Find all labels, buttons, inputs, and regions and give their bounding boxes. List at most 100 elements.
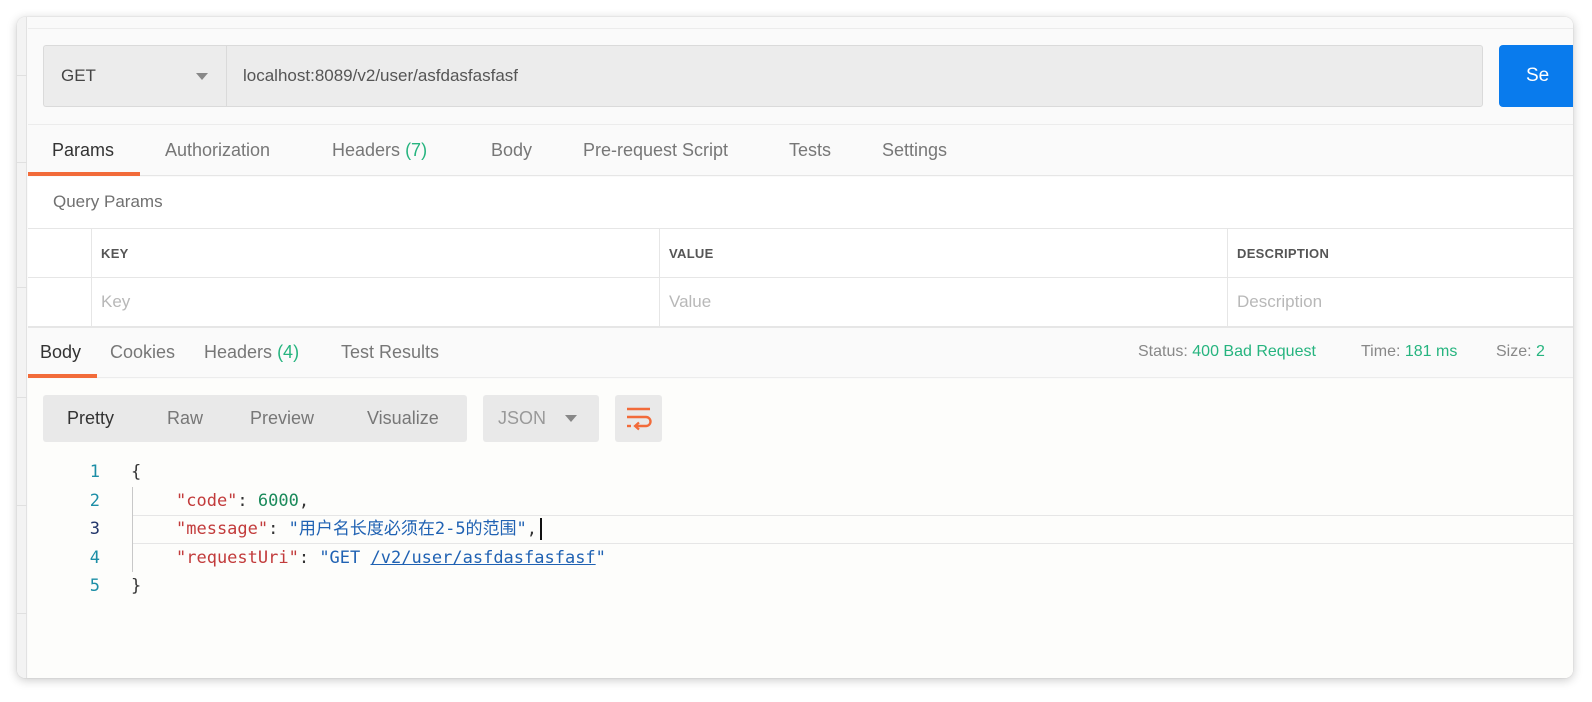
row-checkbox-cell: [28, 278, 91, 326]
response-tab-body[interactable]: Body: [40, 328, 81, 376]
tab-body[interactable]: Body: [491, 125, 532, 177]
response-time: Time: 181 ms: [1361, 328, 1457, 376]
table-row: Key Value Description: [28, 278, 1573, 327]
json-string: "用户名长度必须在2-5的范围": [288, 519, 527, 539]
view-pretty-button[interactable]: Pretty: [67, 395, 114, 442]
code-text: "requestUri": "GET /v2/user/asfdasfasfas…: [176, 547, 606, 568]
tab-label: Settings: [882, 140, 948, 160]
code-line: 5 }: [28, 572, 1573, 601]
chevron-down-icon: [196, 73, 208, 80]
table-header-row: KEY VALUE DESCRIPTION: [28, 229, 1573, 278]
tab-label: Body: [491, 140, 533, 160]
response-tabs: Body Cookies Headers (4) Test Results St…: [28, 327, 1573, 378]
method-select[interactable]: GET: [43, 45, 226, 107]
code-text: {: [131, 458, 141, 487]
response-tab-headers[interactable]: Headers (4): [204, 328, 299, 376]
tab-label: Cookies: [110, 342, 176, 362]
format-select[interactable]: JSON: [483, 395, 599, 442]
sidebar-divider: [17, 162, 27, 163]
row-checkbox-column: [28, 229, 91, 277]
description-input[interactable]: Description: [1227, 278, 1573, 326]
code-line: 1 {: [28, 458, 1573, 487]
tab-label: Tests: [789, 140, 832, 160]
wrap-lines-icon: [627, 407, 652, 431]
request-uri-link[interactable]: /v2/user/asfdasfasfasf: [371, 548, 596, 568]
view-preview-button[interactable]: Preview: [250, 395, 314, 442]
tab-authorization[interactable]: Authorization: [165, 125, 270, 177]
column-header-key: KEY: [91, 229, 659, 277]
status-label: Status:: [1138, 343, 1188, 360]
json-key: "message": [176, 519, 269, 539]
text-cursor: [540, 518, 543, 540]
response-headers-count: (4): [277, 342, 300, 362]
sidebar-divider: [17, 287, 27, 288]
tab-label: Body: [40, 342, 82, 362]
method-label: GET: [61, 66, 96, 85]
sidebar-edge: [17, 17, 27, 678]
send-label: Se: [1526, 65, 1550, 86]
json-key: "requestUri": [176, 547, 299, 568]
url-input[interactable]: localhost:8089/v2/user/asfdasfasfasf: [226, 45, 1483, 107]
request-panel: GET localhost:8089/v2/user/asfdasfasfasf…: [28, 17, 1573, 678]
time-value: 181 ms: [1404, 343, 1458, 360]
wrap-lines-button[interactable]: [615, 395, 662, 442]
chevron-down-icon: [565, 415, 577, 422]
tab-params[interactable]: Params: [52, 125, 114, 177]
view-mode-group: Pretty Raw Preview Visualize: [43, 395, 467, 442]
sidebar-divider: [17, 613, 27, 614]
column-header-description: DESCRIPTION: [1227, 229, 1573, 277]
json-string-prefix: "GET: [319, 547, 371, 568]
query-params-title: Query Params: [53, 192, 163, 211]
json-code-view[interactable]: 1 { 2 "code": 6000, 3 "message": "用户名长度必…: [28, 458, 1573, 601]
sidebar-divider: [17, 505, 27, 506]
time-label: Time:: [1361, 343, 1401, 360]
send-button[interactable]: Se: [1499, 45, 1573, 107]
tab-label: Test Results: [341, 342, 440, 362]
tab-headers[interactable]: Headers (7): [332, 125, 427, 177]
tab-label: Params: [52, 140, 115, 160]
line-number: 3: [89, 519, 100, 539]
close-brace: }: [131, 576, 142, 596]
size-label: Size:: [1496, 343, 1532, 360]
query-params-table: KEY VALUE DESCRIPTION Key Value Descript…: [28, 228, 1573, 327]
json-string-suffix: ": [595, 547, 606, 568]
postman-window: GET localhost:8089/v2/user/asfdasfasfasf…: [17, 17, 1573, 678]
tab-pre-request-script[interactable]: Pre-request Script: [583, 125, 728, 177]
query-params-section: Query Params KEY VALUE DESCRIPTION Key V…: [28, 177, 1573, 327]
line-number: 5: [89, 576, 100, 596]
response-tab-test-results[interactable]: Test Results: [341, 328, 439, 376]
key-input[interactable]: Key: [91, 278, 659, 326]
value-input[interactable]: Value: [659, 278, 1227, 326]
url-bar: GET localhost:8089/v2/user/asfdasfasfasf…: [43, 45, 1573, 107]
tab-tests[interactable]: Tests: [789, 125, 831, 177]
tab-label: Pre-request Script: [583, 140, 729, 160]
line-number: 2: [89, 490, 100, 511]
sidebar-divider: [17, 75, 27, 76]
status-value: 400 Bad Request: [1192, 343, 1316, 360]
line-number: 4: [89, 547, 100, 568]
sidebar-divider: [17, 397, 27, 398]
code-line: 2 "code": 6000,: [28, 487, 1573, 516]
divider: [28, 28, 1573, 29]
code-line: 4 "requestUri": "GET /v2/user/asfdasfasf…: [28, 544, 1573, 573]
format-label: JSON: [498, 408, 547, 428]
response-size: Size: 2: [1496, 328, 1545, 376]
line-number: 1: [89, 462, 100, 482]
view-visualize-button[interactable]: Visualize: [367, 395, 439, 442]
tab-settings[interactable]: Settings: [882, 125, 947, 177]
view-raw-button[interactable]: Raw: [167, 395, 203, 442]
tab-label: Authorization: [165, 140, 271, 160]
code-text: "message": "用户名长度必须在2-5的范围",: [176, 515, 543, 544]
json-key: "code": [176, 490, 238, 511]
active-response-tab-indicator: [28, 374, 97, 378]
url-text: localhost:8089/v2/user/asfdasfasfasf: [243, 66, 518, 85]
column-header-value: VALUE: [659, 229, 1227, 277]
size-value: 2: [1536, 343, 1545, 360]
headers-count: (7): [405, 140, 428, 160]
request-tabs: Params Authorization Headers (7) Body Pr…: [28, 124, 1573, 176]
tab-label: Headers: [332, 140, 401, 160]
response-tab-cookies[interactable]: Cookies: [110, 328, 175, 376]
code-line-current: 3 "message": "用户名长度必须在2-5的范围",: [28, 515, 1573, 544]
active-tab-indicator: [28, 172, 140, 176]
response-status: Status: 400 Bad Request: [1138, 328, 1316, 376]
